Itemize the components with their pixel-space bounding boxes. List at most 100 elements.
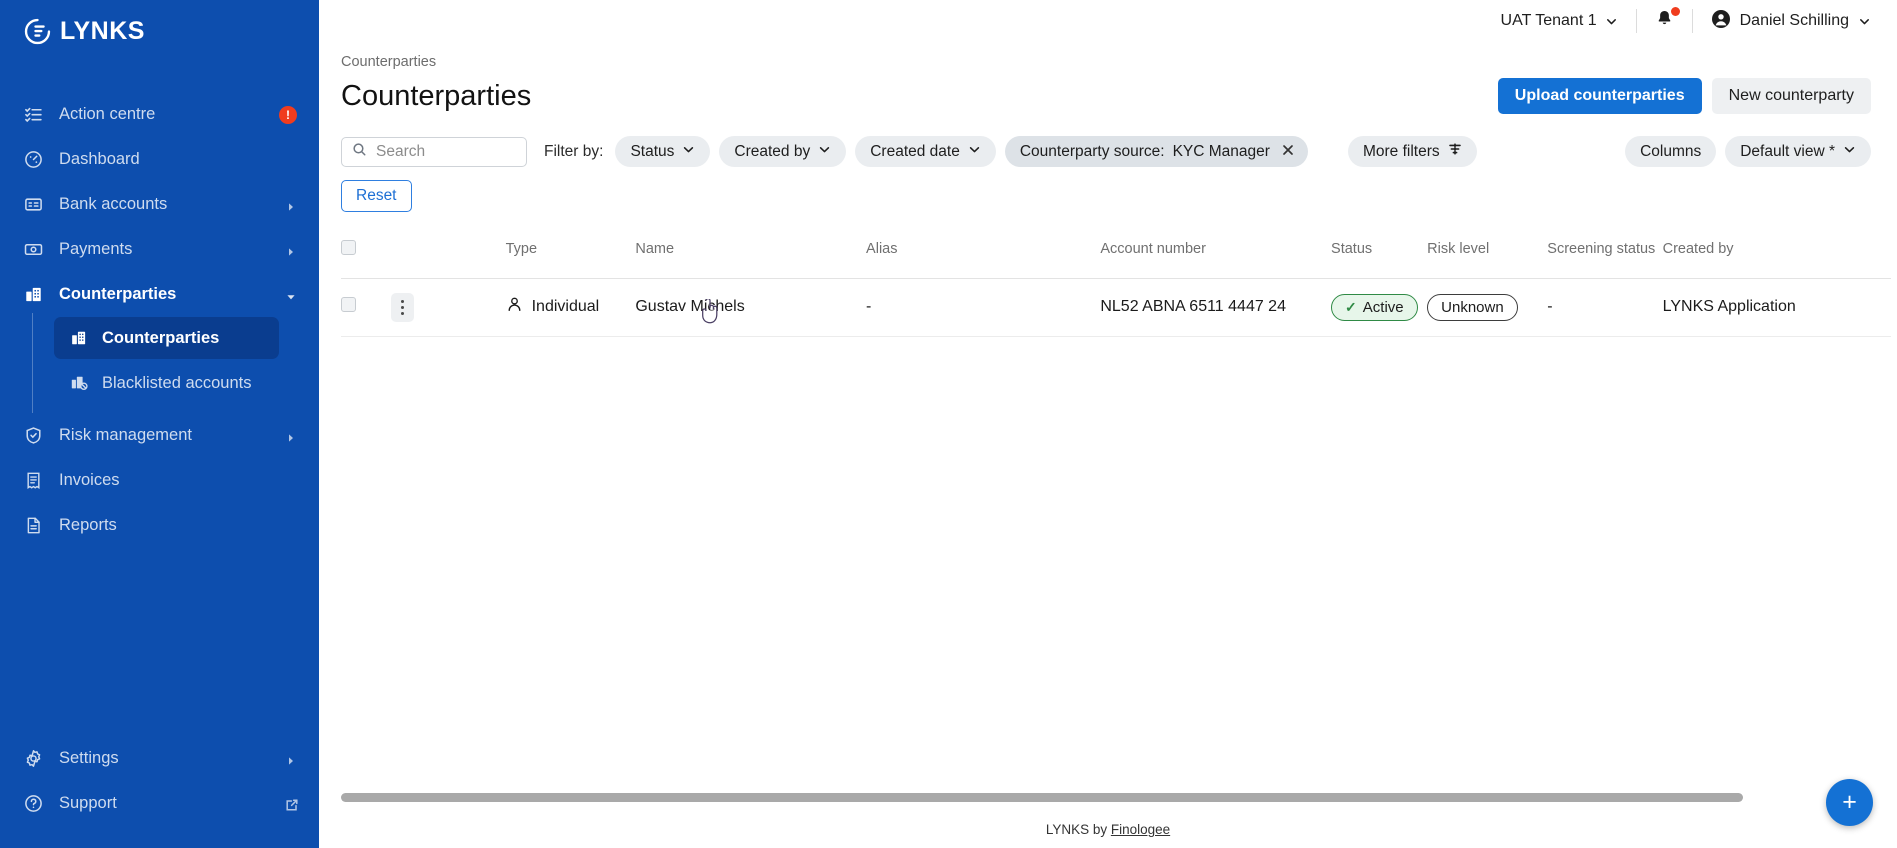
- main-content: UAT Tenant 1 Daniel Schilling Counterpar…: [319, 0, 1897, 848]
- sidebar-item-counterparties-list[interactable]: Counterparties: [54, 317, 279, 359]
- actions-header: [391, 234, 447, 278]
- logo[interactable]: LYNKS: [0, 0, 319, 62]
- sidebar-item-blacklisted-accounts[interactable]: Blacklisted accounts: [54, 362, 279, 404]
- icon-header: [448, 234, 506, 278]
- user-name: Daniel Schilling: [1739, 12, 1849, 29]
- lynks-logo-icon: [24, 18, 51, 45]
- app-root: LYNKS Action centre ! Dashboard Bank acc…: [0, 0, 1897, 848]
- chip-label: Counterparty source:: [1019, 142, 1165, 160]
- filter-chip-status[interactable]: Status: [615, 136, 711, 167]
- chip-value: KYC Manager: [1172, 142, 1270, 160]
- alert-badge: !: [279, 105, 297, 124]
- user-menu[interactable]: Daniel Schilling: [1693, 9, 1871, 34]
- reset-filters-button[interactable]: Reset: [341, 180, 412, 212]
- filter-chip-counterparty-source[interactable]: Counterparty source: KYC Manager: [1004, 136, 1308, 167]
- sidebar-item-label: Counterparties: [59, 285, 177, 303]
- chevron-down-icon: [1858, 15, 1871, 28]
- cell-status: ✓ Active: [1331, 278, 1428, 337]
- chip-label: Created date: [870, 142, 960, 160]
- new-counterparty-button[interactable]: New counterparty: [1711, 78, 1871, 114]
- notifications-button[interactable]: [1637, 7, 1692, 33]
- column-header-account-number[interactable]: Account number: [1100, 234, 1331, 278]
- kebab-menu-icon[interactable]: [391, 292, 415, 322]
- sidebar-item-invoices[interactable]: Invoices: [0, 458, 319, 503]
- row-actions-cell: [391, 278, 448, 337]
- tenant-label: UAT Tenant 1: [1500, 12, 1597, 29]
- person-icon: [506, 296, 523, 318]
- scrollbar-thumb[interactable]: [341, 793, 1743, 802]
- horizontal-scrollbar[interactable]: [341, 793, 1799, 802]
- more-filters-button[interactable]: More filters: [1347, 136, 1477, 167]
- add-counterparty-fab[interactable]: +: [1826, 779, 1873, 826]
- shield-check-icon: [24, 426, 43, 445]
- close-icon[interactable]: [1281, 143, 1295, 161]
- banknote-icon: [24, 240, 43, 259]
- chevron-down-icon: [818, 143, 831, 161]
- filter-chip-created-date[interactable]: Created date: [855, 136, 996, 167]
- chevron-right-icon: [285, 753, 297, 765]
- column-header-risk-level[interactable]: Risk level: [1427, 234, 1547, 278]
- sidebar-item-dashboard[interactable]: Dashboard: [0, 137, 319, 182]
- chevron-down-icon: [1605, 15, 1618, 28]
- breadcrumb[interactable]: Counterparties: [341, 54, 1897, 70]
- row-select-cell: [341, 278, 392, 337]
- view-label: Default view *: [1740, 142, 1835, 160]
- sidebar-subnav-counterparties: Counterparties Blacklisted accounts: [32, 313, 319, 413]
- title-row: Counterparties Upload counterparties New…: [341, 78, 1897, 114]
- filter-chip-created-by[interactable]: Created by: [719, 136, 847, 167]
- row-icon-cell: [447, 278, 506, 337]
- status-badge: ✓ Active: [1331, 293, 1418, 321]
- sidebar-nav: Action centre ! Dashboard Bank accounts …: [0, 92, 319, 548]
- gear-icon: [24, 749, 43, 768]
- column-header-status[interactable]: Status: [1331, 234, 1427, 278]
- table-head: Type Name Alias Account number Status Ri…: [341, 234, 1891, 279]
- risk-level-badge: Unknown: [1427, 293, 1518, 321]
- sidebar-subitem-label: Blacklisted accounts: [102, 373, 252, 392]
- sidebar-item-support[interactable]: Support: [0, 781, 319, 826]
- table-row[interactable]: Individual Gustav Michels - NL52 ABNA 65…: [341, 278, 1891, 337]
- search-input[interactable]: [376, 142, 516, 161]
- column-header-type[interactable]: Type: [506, 234, 636, 278]
- search-box[interactable]: [341, 136, 527, 167]
- view-selector[interactable]: Default view *: [1725, 136, 1871, 167]
- cell-name: Gustav Michels: [635, 278, 867, 337]
- sidebar-item-settings[interactable]: Settings: [0, 736, 319, 781]
- cell-screening-status: -: [1547, 278, 1663, 337]
- cell-risk-level: Unknown: [1427, 278, 1548, 337]
- select-all-checkbox[interactable]: [341, 240, 356, 255]
- footer-link-finologee[interactable]: Finologee: [1111, 822, 1170, 837]
- column-header-name[interactable]: Name: [635, 234, 866, 278]
- check-icon: ✓: [1345, 298, 1357, 315]
- sidebar-item-counterparties[interactable]: Counterparties: [0, 272, 319, 317]
- counterparties-table: Type Name Alias Account number Status Ri…: [319, 234, 1897, 337]
- cell-type-label: Individual: [531, 298, 600, 316]
- chevron-right-icon: [285, 199, 297, 211]
- cell-created-by: LYNKS Application: [1662, 278, 1891, 337]
- column-header-screening-status[interactable]: Screening status: [1547, 234, 1662, 278]
- building-icon: [24, 285, 43, 304]
- column-header-created-by[interactable]: Created by: [1663, 234, 1891, 278]
- upload-counterparties-button[interactable]: Upload counterparties: [1497, 78, 1702, 114]
- sidebar-item-risk-management[interactable]: Risk management: [0, 413, 319, 458]
- sidebar-item-bank-accounts[interactable]: Bank accounts: [0, 182, 319, 227]
- table-header-row: Type Name Alias Account number Status Ri…: [341, 234, 1891, 279]
- building-icon: [70, 329, 88, 347]
- topbar: UAT Tenant 1 Daniel Schilling: [319, 0, 1897, 42]
- external-link-icon: [285, 798, 298, 811]
- more-filters-label: More filters: [1362, 142, 1440, 160]
- row-checkbox[interactable]: [341, 297, 356, 313]
- sidebar-bottom-nav: Settings Support: [0, 736, 319, 826]
- bank-card-icon: [24, 195, 43, 214]
- chevron-right-icon: [285, 430, 297, 442]
- chip-label: Status: [630, 142, 675, 160]
- column-header-alias[interactable]: Alias: [866, 234, 1100, 278]
- columns-button[interactable]: Columns: [1625, 136, 1717, 167]
- tenant-selector[interactable]: UAT Tenant 1: [1501, 12, 1636, 30]
- sidebar-item-reports[interactable]: Reports: [0, 503, 319, 548]
- building-blocked-icon: [70, 374, 88, 392]
- footer-text: LYNKS by: [1045, 822, 1111, 837]
- sidebar-item-payments[interactable]: Payments: [0, 227, 319, 272]
- sidebar-item-action-centre[interactable]: Action centre !: [0, 92, 319, 137]
- sidebar-item-label: Dashboard: [59, 150, 140, 168]
- chevron-right-icon: [285, 244, 297, 256]
